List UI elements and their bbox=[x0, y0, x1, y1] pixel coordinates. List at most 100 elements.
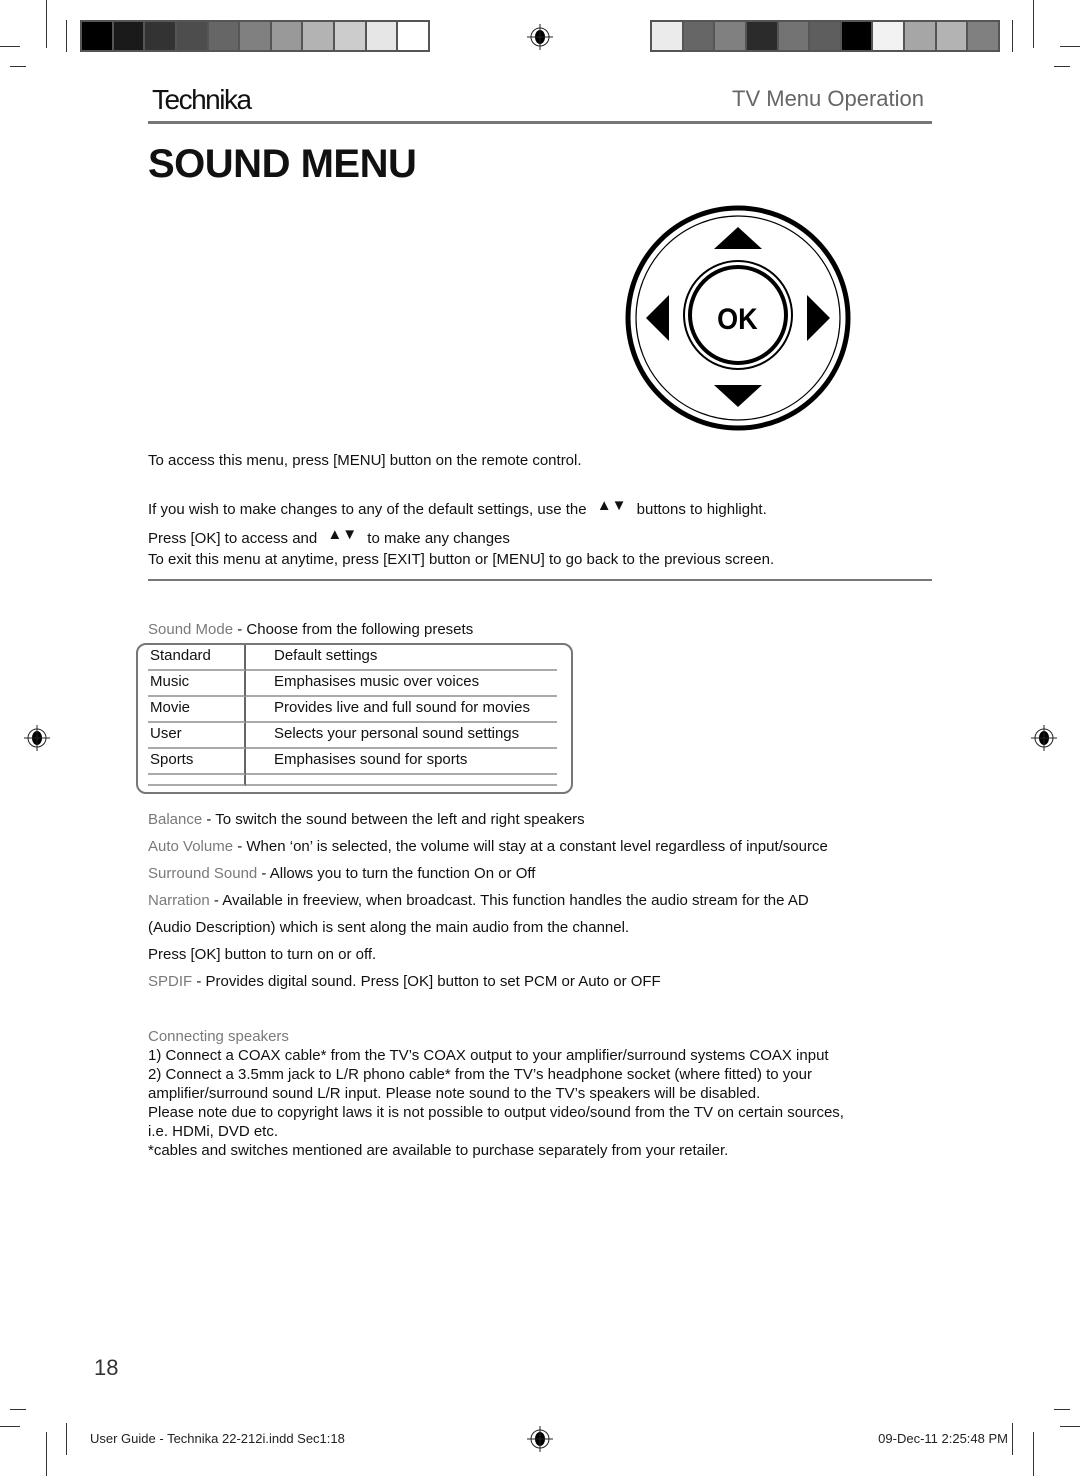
remote-dpad: OK bbox=[625, 205, 851, 431]
color-swatch bbox=[905, 22, 937, 50]
option-desc: - Available in freeview, when broadcast.… bbox=[209, 892, 809, 909]
connecting-line: 1) Connect a COAX cable* from the TV’s C… bbox=[148, 1047, 829, 1064]
crop-mark bbox=[1060, 1426, 1080, 1427]
color-swatch bbox=[810, 22, 842, 50]
mode-name: User bbox=[148, 723, 246, 749]
table-row: User Selects your personal sound settings bbox=[148, 723, 557, 749]
color-swatch bbox=[208, 22, 241, 50]
intro-text: If you wish to make changes to any of th… bbox=[148, 501, 587, 518]
color-bar-right bbox=[650, 20, 1000, 52]
mode-name: Movie bbox=[148, 697, 246, 723]
connecting-line: 2) Connect a 3.5mm jack to L/R phono cab… bbox=[148, 1066, 812, 1083]
mode-desc: Default settings bbox=[246, 645, 557, 671]
up-down-arrows-icon: ▲▼ bbox=[596, 497, 627, 514]
table-row: Music Emphasises music over voices bbox=[148, 671, 557, 697]
crop-mark bbox=[66, 1423, 67, 1455]
narration-cont: Press [OK] button to turn on or off. bbox=[148, 946, 377, 963]
crop-mark bbox=[1054, 1409, 1070, 1410]
footer-file: User Guide - Technika 22-212i.indd Sec1:… bbox=[90, 1431, 345, 1446]
mode-desc: Selects your personal sound settings bbox=[246, 723, 557, 749]
crop-mark bbox=[1054, 66, 1070, 67]
intro-line: To access this menu, press [MENU] button… bbox=[148, 452, 582, 469]
option-label: Auto Volume bbox=[148, 838, 234, 855]
mode-desc: Provides live and full sound for movies bbox=[246, 697, 557, 723]
intro-line: Press [OK] to access and ▲▼ to make any … bbox=[148, 526, 510, 547]
connecting-heading: Connecting speakers bbox=[148, 1028, 289, 1045]
table-row: Sports Emphasises sound for sports bbox=[148, 749, 557, 775]
sound-mode-table: Standard Default settings Music Emphasises … bbox=[136, 643, 573, 794]
crop-mark bbox=[0, 1426, 20, 1427]
intro-text: to make any changes bbox=[367, 530, 510, 547]
crop-mark bbox=[10, 1409, 26, 1410]
option-label: Balance bbox=[148, 811, 203, 828]
crop-mark bbox=[46, 0, 47, 48]
connecting-line: *cables and switches mentioned are avail… bbox=[148, 1142, 729, 1159]
mode-name: Sports bbox=[148, 749, 246, 775]
color-swatch bbox=[746, 22, 779, 50]
empty-cell bbox=[246, 775, 557, 786]
option-line: Narration - Available in freeview, when … bbox=[148, 892, 809, 909]
spdif-desc: - Provides digital sound. Press [OK] but… bbox=[192, 973, 661, 990]
table-row bbox=[148, 775, 557, 786]
mode-name: Music bbox=[148, 671, 246, 697]
mode-name: Standard bbox=[148, 645, 246, 671]
color-swatch bbox=[936, 22, 969, 50]
color-swatch bbox=[873, 22, 906, 50]
connecting-line: amplifier/surround sound L/R input. Plea… bbox=[148, 1085, 761, 1102]
crop-mark bbox=[10, 66, 26, 67]
color-swatch bbox=[652, 22, 684, 50]
page-title: SOUND MENU bbox=[148, 142, 417, 186]
color-swatch bbox=[841, 22, 874, 50]
color-swatch bbox=[778, 22, 811, 50]
intro-line: To exit this menu at anytime, press [EXI… bbox=[148, 551, 775, 568]
section-divider bbox=[148, 579, 932, 581]
crop-mark bbox=[1033, 1432, 1034, 1476]
mode-desc: Emphasises sound for sports bbox=[246, 749, 557, 775]
sound-mode-heading: Sound Mode - Choose from the following p… bbox=[148, 621, 473, 638]
registration-icon bbox=[1031, 725, 1057, 751]
color-swatch bbox=[715, 22, 747, 50]
color-swatch bbox=[176, 22, 209, 50]
crop-mark bbox=[1060, 46, 1080, 47]
option-line: Surround Sound - Allows you to turn the … bbox=[148, 865, 535, 882]
color-swatch bbox=[398, 22, 429, 50]
header-divider bbox=[148, 121, 932, 124]
option-desc: - To switch the sound between the left a… bbox=[202, 811, 585, 828]
registration-icon bbox=[527, 24, 553, 50]
option-desc: - When ‘on’ is selected, the volume will… bbox=[233, 838, 828, 855]
crop-mark bbox=[66, 20, 67, 52]
page-number: 18 bbox=[94, 1355, 119, 1380]
color-swatch bbox=[683, 22, 716, 50]
technika-logo: Technika bbox=[152, 84, 252, 115]
option-label: Narration bbox=[148, 892, 210, 909]
color-swatch bbox=[968, 22, 999, 50]
up-down-arrows-icon: ▲▼ bbox=[327, 526, 358, 543]
crop-mark bbox=[46, 1432, 47, 1476]
narration-cont: (Audio Description) which is sent along … bbox=[148, 919, 630, 936]
table-row: Movie Provides live and full sound for mo… bbox=[148, 697, 557, 723]
crop-mark bbox=[1033, 0, 1034, 48]
registration-icon bbox=[527, 1426, 553, 1452]
color-swatch bbox=[271, 22, 304, 50]
color-swatch bbox=[82, 22, 114, 50]
option-desc: - Allows you to turn the function On or … bbox=[257, 865, 536, 882]
connecting-line: Please note due to copyright laws it is … bbox=[148, 1104, 844, 1121]
spdif-line: SPDIF - Provides digital sound. Press [O… bbox=[148, 973, 661, 990]
sound-mode-label: Sound Mode bbox=[148, 621, 234, 638]
table-row: Standard Default settings bbox=[148, 645, 557, 671]
color-swatch bbox=[303, 22, 336, 50]
section-title: TV Menu Operation bbox=[732, 86, 924, 111]
intro-line: If you wish to make changes to any of th… bbox=[148, 497, 767, 518]
sound-mode-desc: - Choose from the following presets bbox=[233, 621, 474, 638]
color-swatch bbox=[240, 22, 272, 50]
crop-mark bbox=[1012, 1423, 1013, 1455]
color-swatch bbox=[113, 22, 146, 50]
color-bar-left bbox=[80, 20, 430, 52]
empty-cell bbox=[148, 775, 246, 786]
intro-text: Press [OK] to access and bbox=[148, 530, 318, 547]
intro-text: buttons to highlight. bbox=[636, 501, 767, 518]
color-swatch bbox=[335, 22, 367, 50]
option-label: Surround Sound bbox=[148, 865, 258, 882]
option-line: Balance - To switch the sound between th… bbox=[148, 811, 585, 828]
ok-label: OK bbox=[717, 303, 758, 337]
